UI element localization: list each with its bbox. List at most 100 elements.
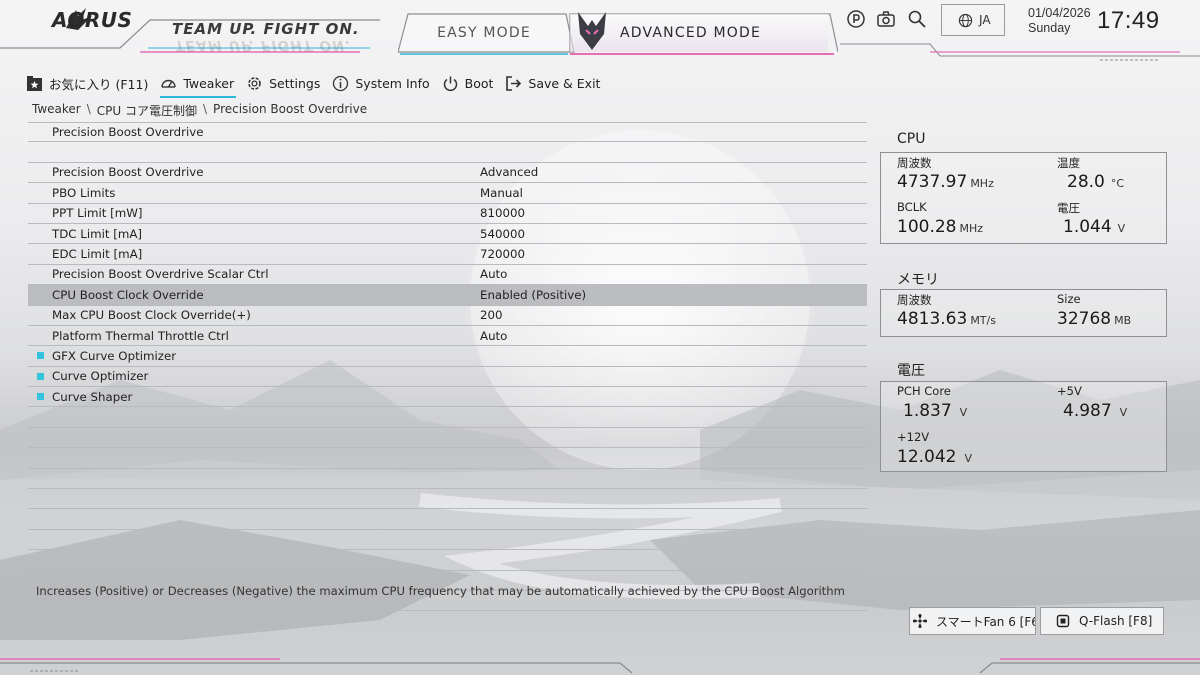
main-menu: お気に入り (F11) Tweaker Settings System Info… xyxy=(26,72,612,98)
setting-value[interactable]: Auto xyxy=(480,267,507,281)
help-text: Increases (Positive) or Decreases (Negat… xyxy=(36,584,845,598)
memory-panel-title: メモリ xyxy=(897,272,939,288)
menu-settings[interactable]: Settings xyxy=(246,72,320,94)
language-selector[interactable]: JA xyxy=(941,4,1005,36)
setting-label: Precision Boost Overdrive Scalar Ctrl xyxy=(52,267,269,282)
memory-freq-value: 4813.63 MT/s xyxy=(897,309,996,329)
setting-value[interactable]: 810000 xyxy=(480,206,525,220)
submenu-curve-shaper[interactable]: Curve Shaper xyxy=(28,387,867,408)
setting-value[interactable]: Enabled (Positive) xyxy=(480,288,586,302)
tagline-reflection: TEAM UP. FIGHT ON. xyxy=(175,37,352,53)
bclk-value: 100.28 MHz xyxy=(897,217,984,237)
breadcrumb: Tweaker \ CPU コア電圧制御 \ Precision Boost O… xyxy=(32,102,367,119)
menu-save-exit-label: Save & Exit xyxy=(528,75,601,91)
menu-boot-label: Boot xyxy=(464,75,494,91)
setting-row-edc-limit[interactable]: EDC Limit [mA] 720000 xyxy=(28,244,867,265)
menu-settings-label: Settings xyxy=(269,75,321,91)
breadcrumb-separator: \ xyxy=(203,102,208,116)
setting-row-pbo[interactable]: Precision Boost Overdrive Advanced xyxy=(28,163,867,184)
setting-label: Max CPU Boost Clock Override(+) xyxy=(52,308,251,323)
setting-label: Platform Thermal Throttle Ctrl xyxy=(52,328,229,343)
qflash-label: Q-Flash [F8] xyxy=(1079,614,1153,628)
bclk-label: BCLK xyxy=(897,200,927,214)
setting-row-max-boost-override[interactable]: Max CPU Boost Clock Override(+) 200 xyxy=(28,306,867,326)
setting-row-pbo-limits[interactable]: PBO Limits Manual xyxy=(28,183,867,204)
power-icon xyxy=(443,76,457,91)
submenu-gfx-curve-optimizer[interactable]: GFX Curve Optimizer xyxy=(28,346,867,367)
help-circle-icon[interactable] xyxy=(846,9,866,29)
gear-icon xyxy=(248,76,261,90)
menu-boot[interactable]: Boot xyxy=(442,72,494,94)
favorites-star-icon xyxy=(27,75,42,91)
empty-row xyxy=(28,428,867,449)
cpu-temp-label: 温度 xyxy=(1057,156,1080,170)
breadcrumb-item-cpu-voltage[interactable]: CPU コア電圧制御 xyxy=(97,102,197,119)
chip-icon xyxy=(1056,614,1070,628)
menu-tweaker[interactable]: Tweaker xyxy=(160,72,236,98)
aorus-mascot-icon xyxy=(578,12,606,50)
tagline: TEAM UP. FIGHT ON. xyxy=(172,20,360,38)
setting-row-thermal-throttle[interactable]: Platform Thermal Throttle Ctrl Auto xyxy=(28,326,867,347)
setting-row-cpu-boost-clock-override[interactable]: CPU Boost Clock Override Enabled (Positi… xyxy=(28,285,867,306)
search-icon[interactable] xyxy=(907,9,927,29)
setting-label: CPU Boost Clock Override xyxy=(52,287,204,302)
easy-mode-tab[interactable]: EASY MODE xyxy=(398,14,570,52)
cpu-voltage-label: 電圧 xyxy=(1057,201,1080,215)
brand-logo-text: AORUS xyxy=(52,8,133,32)
voltage-panel-title: 電圧 xyxy=(897,363,925,379)
breadcrumb-item-tweaker[interactable]: Tweaker xyxy=(32,102,81,119)
voltage-monitor-box: PCH Core 1.837 V +5V 4.987 V +12V 12.042 V xyxy=(880,381,1167,472)
setting-value[interactable]: 720000 xyxy=(480,247,525,261)
fan-icon xyxy=(913,614,927,628)
cpu-voltage-value: 1.044 V xyxy=(1063,217,1126,237)
setting-label: PBO Limits xyxy=(52,185,116,200)
menu-favorites[interactable]: お気に入り (F11) xyxy=(26,72,148,94)
day-display: Sunday xyxy=(1028,21,1071,35)
empty-row xyxy=(28,550,867,571)
setting-value[interactable]: Advanced xyxy=(480,165,538,179)
memory-size-label: Size xyxy=(1057,292,1081,306)
submenu-bullet-icon xyxy=(37,393,44,401)
menu-favorites-label: お気に入り (F11) xyxy=(49,76,149,92)
memory-size-value: 32768 MB xyxy=(1057,309,1132,329)
setting-row-ppt-limit[interactable]: PPT Limit [mW] 810000 xyxy=(28,204,867,224)
date-display: 01/04/2026 xyxy=(1028,6,1091,20)
setting-label: TDC Limit [mA] xyxy=(52,226,143,241)
v12-label: +12V xyxy=(897,430,930,444)
empty-row xyxy=(28,448,867,469)
info-icon xyxy=(333,75,349,91)
submenu-bullet-icon xyxy=(37,352,44,360)
setting-value[interactable]: Auto xyxy=(480,329,507,343)
smart-fan-button[interactable]: スマートFan 6 [F6] xyxy=(909,607,1036,635)
smart-fan-label: スマートFan 6 [F6] xyxy=(936,614,1036,629)
setting-row-pbo-scalar[interactable]: Precision Boost Overdrive Scalar Ctrl Au… xyxy=(28,265,867,286)
cpu-freq-value: 4737.97 MHz xyxy=(897,172,994,192)
submenu-label: Curve Optimizer xyxy=(52,369,149,384)
submenu-curve-optimizer[interactable]: Curve Optimizer xyxy=(28,367,867,388)
cpu-freq-label: 周波数 xyxy=(897,156,932,170)
menu-system-info[interactable]: System Info xyxy=(332,72,430,94)
setting-value[interactable]: 200 xyxy=(480,308,503,322)
qflash-button[interactable]: Q-Flash [F8] xyxy=(1040,607,1164,635)
camera-icon[interactable] xyxy=(876,9,896,29)
spacer-row xyxy=(28,142,867,163)
empty-row xyxy=(28,509,867,530)
breadcrumb-item-pbo: Precision Boost Overdrive xyxy=(213,102,368,116)
setting-value[interactable]: 540000 xyxy=(480,227,525,241)
setting-label: PPT Limit [mW] xyxy=(52,206,143,221)
mode-switcher: EASY MODE ADVANCED MODE xyxy=(398,10,838,55)
pch-core-value: 1.837 V xyxy=(903,401,968,421)
setting-value[interactable]: Manual xyxy=(480,186,523,200)
setting-row-tdc-limit[interactable]: TDC Limit [mA] 540000 xyxy=(28,224,867,245)
settings-table: Precision Boost Overdrive Precision Boos… xyxy=(28,122,867,612)
submenu-label: Curve Shaper xyxy=(52,389,133,404)
memory-freq-label: 周波数 xyxy=(897,293,932,307)
memory-monitor-box: 周波数 4813.63 MT/s Size 32768 MB xyxy=(880,289,1167,337)
empty-row xyxy=(28,530,867,551)
setting-label: Precision Boost Overdrive xyxy=(52,165,204,180)
language-code: JA xyxy=(979,13,991,27)
speedometer-icon xyxy=(161,79,177,88)
globe-icon xyxy=(958,13,973,27)
cpu-temp-value: 28.0 °C xyxy=(1067,172,1125,192)
menu-save-exit[interactable]: Save & Exit xyxy=(505,72,600,94)
